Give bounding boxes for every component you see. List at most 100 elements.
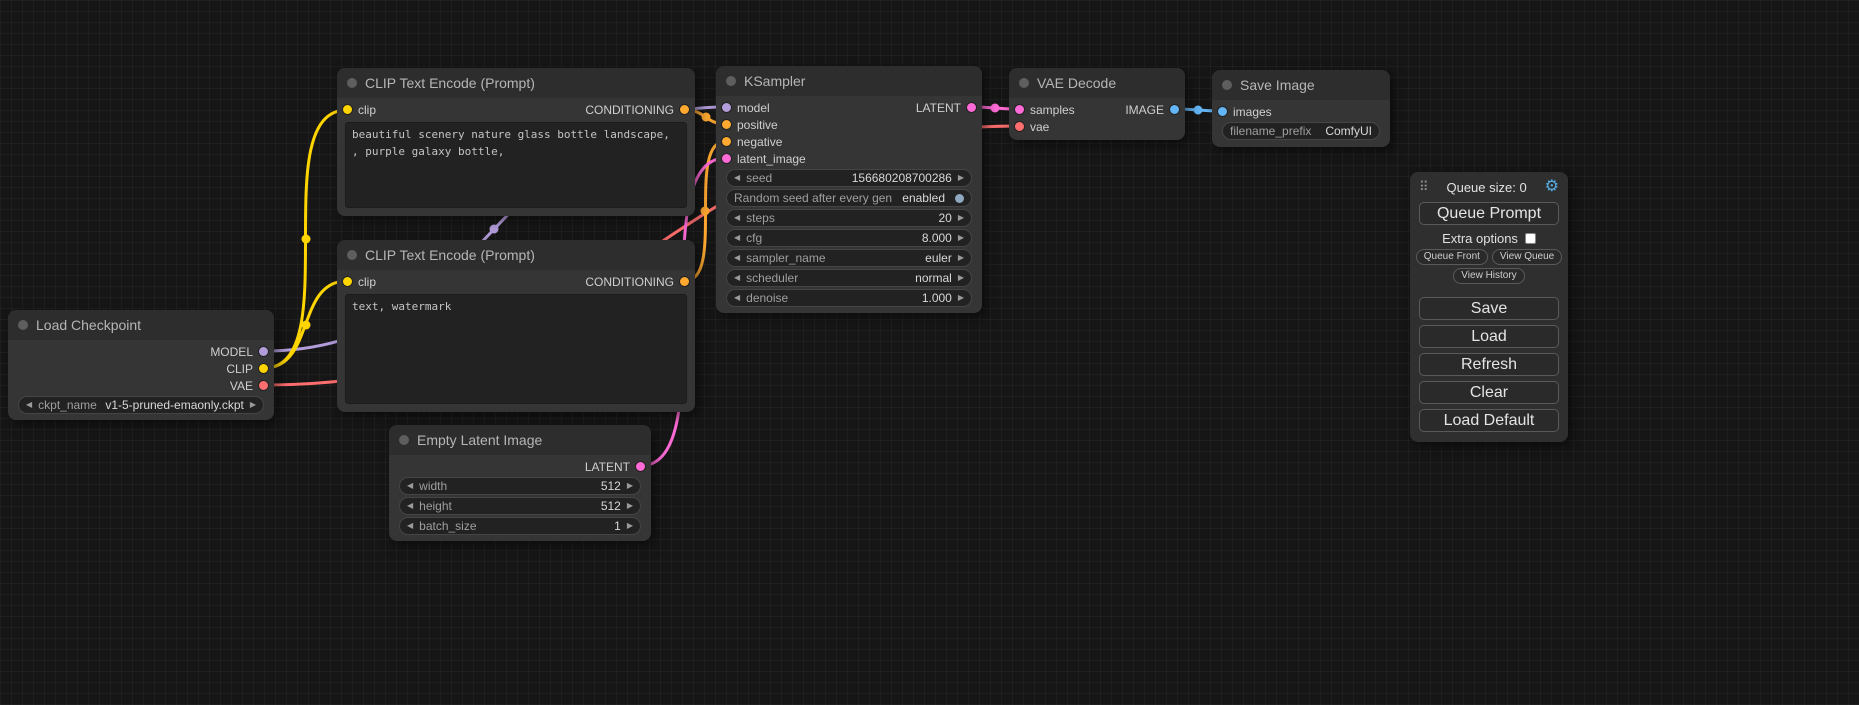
input-dot-samples[interactable] [1015, 105, 1024, 114]
node-title-bar[interactable]: CLIP Text Encode (Prompt) [337, 68, 695, 98]
input-dot-negative[interactable] [722, 137, 731, 146]
node-title-bar[interactable]: Empty Latent Image [389, 425, 651, 455]
widget-label: Random seed after every gen [734, 191, 892, 205]
widget-filename-prefix[interactable]: filename_prefix ComfyUI [1222, 122, 1380, 140]
widget-width[interactable]: ◀ width 512 ▶ [399, 477, 641, 495]
node-collapse-dot-icon[interactable] [726, 76, 736, 86]
output-dot-image[interactable] [1170, 105, 1179, 114]
output-slot-clip: CLIP [226, 362, 268, 376]
node-title-bar[interactable]: Save Image [1212, 70, 1390, 100]
load-button[interactable]: Load [1419, 325, 1559, 348]
decrement-arrow-icon[interactable]: ◀ [734, 289, 740, 307]
save-button[interactable]: Save [1419, 297, 1559, 320]
node-collapse-dot-icon[interactable] [18, 320, 28, 330]
widget-scheduler[interactable]: ◀ scheduler normal ▶ [726, 269, 972, 287]
increment-arrow-icon[interactable]: ▶ [627, 477, 633, 495]
widget-value: 8.000 [922, 231, 952, 245]
load-default-button[interactable]: Load Default [1419, 409, 1559, 432]
decrement-arrow-icon[interactable]: ◀ [26, 396, 32, 414]
input-dot-clip[interactable] [343, 277, 352, 286]
output-dot-clip[interactable] [259, 364, 268, 373]
extra-options-checkbox[interactable] [1525, 233, 1536, 244]
node-title: VAE Decode [1037, 75, 1116, 91]
input-dot-clip[interactable] [343, 105, 352, 114]
increment-arrow-icon[interactable]: ▶ [958, 169, 964, 187]
input-dot-vae[interactable] [1015, 122, 1024, 131]
widget-seed[interactable]: ◀ seed 156680208700286 ▶ [726, 169, 972, 187]
widget-random-seed-toggle[interactable]: Random seed after every gen enabled [726, 189, 972, 207]
view-queue-button[interactable]: View Queue [1492, 249, 1562, 265]
increment-arrow-icon[interactable]: ▶ [958, 289, 964, 307]
node-clip-text-encode-positive[interactable]: CLIP Text Encode (Prompt) clip CONDITION… [337, 68, 695, 216]
toggle-dot-icon[interactable] [955, 194, 964, 203]
settings-gear-icon[interactable]: ⚙ [1545, 180, 1559, 194]
node-title-bar[interactable]: VAE Decode [1009, 68, 1185, 98]
decrement-arrow-icon[interactable]: ◀ [734, 269, 740, 287]
refresh-button[interactable]: Refresh [1419, 353, 1559, 376]
widget-denoise[interactable]: ◀ denoise 1.000 ▶ [726, 289, 972, 307]
queue-prompt-button[interactable]: Queue Prompt [1419, 202, 1559, 225]
widget-label: cfg [746, 231, 762, 245]
decrement-arrow-icon[interactable]: ◀ [734, 249, 740, 267]
prompt-textarea[interactable]: text, watermark [345, 294, 687, 404]
node-load-checkpoint[interactable]: Load Checkpoint MODEL CLIP VAE ◀ ckpt_na… [8, 310, 274, 420]
node-title-bar[interactable]: CLIP Text Encode (Prompt) [337, 240, 695, 270]
output-dot-vae[interactable] [259, 381, 268, 390]
widget-cfg[interactable]: ◀ cfg 8.000 ▶ [726, 229, 972, 247]
decrement-arrow-icon[interactable]: ◀ [734, 209, 740, 227]
increment-arrow-icon[interactable]: ▶ [958, 249, 964, 267]
decrement-arrow-icon[interactable]: ◀ [734, 229, 740, 247]
node-collapse-dot-icon[interactable] [347, 250, 357, 260]
node-collapse-dot-icon[interactable] [399, 435, 409, 445]
widget-ckpt-name[interactable]: ◀ ckpt_name v1-5-pruned-emaonly.ckpt ▶ [18, 396, 264, 414]
increment-arrow-icon[interactable]: ▶ [958, 269, 964, 287]
output-dot-conditioning[interactable] [680, 105, 689, 114]
drag-handle-icon[interactable]: ⠿ [1419, 179, 1429, 195]
decrement-arrow-icon[interactable]: ◀ [407, 477, 413, 495]
widget-value: 512 [601, 499, 621, 513]
wire-clip-negative-midpoint-dot [302, 321, 311, 330]
output-slot-model: MODEL [210, 345, 268, 359]
increment-arrow-icon[interactable]: ▶ [627, 517, 633, 535]
node-collapse-dot-icon[interactable] [1222, 80, 1232, 90]
output-dot-latent[interactable] [636, 462, 645, 471]
input-dot-latent-image[interactable] [722, 154, 731, 163]
node-collapse-dot-icon[interactable] [1019, 78, 1029, 88]
input-dot-positive[interactable] [722, 120, 731, 129]
increment-arrow-icon[interactable]: ▶ [958, 229, 964, 247]
widget-height[interactable]: ◀ height 512 ▶ [399, 497, 641, 515]
input-slot-samples: samples [1015, 103, 1075, 117]
input-label-positive: positive [737, 118, 778, 132]
widget-batch-size[interactable]: ◀ batch_size 1 ▶ [399, 517, 641, 535]
decrement-arrow-icon[interactable]: ◀ [407, 517, 413, 535]
output-slot-latent: LATENT [585, 460, 645, 474]
view-history-button[interactable]: View History [1453, 268, 1524, 284]
node-vae-decode[interactable]: VAE Decode samples IMAGE vae [1009, 68, 1185, 140]
decrement-arrow-icon[interactable]: ◀ [407, 497, 413, 515]
prompt-textarea[interactable]: beautiful scenery nature glass bottle la… [345, 122, 687, 208]
output-dot-latent[interactable] [967, 103, 976, 112]
output-dot-model[interactable] [259, 347, 268, 356]
node-empty-latent-image[interactable]: Empty Latent Image LATENT ◀ width 512 ▶ … [389, 425, 651, 541]
node-ksampler[interactable]: KSampler model LATENT positive negative [716, 66, 982, 313]
clear-button[interactable]: Clear [1419, 381, 1559, 404]
widget-label: scheduler [746, 271, 798, 285]
output-dot-conditioning[interactable] [680, 277, 689, 286]
node-clip-text-encode-negative[interactable]: CLIP Text Encode (Prompt) clip CONDITION… [337, 240, 695, 412]
wire-model-midpoint-dot [490, 225, 499, 234]
increment-arrow-icon[interactable]: ▶ [250, 396, 256, 414]
input-dot-images[interactable] [1218, 107, 1227, 116]
widget-value: 1 [614, 519, 621, 533]
queue-front-button[interactable]: Queue Front [1416, 249, 1488, 265]
menu-header: ⠿ Queue size: 0 ⚙ [1410, 172, 1568, 197]
widget-sampler-name[interactable]: ◀ sampler_name euler ▶ [726, 249, 972, 267]
node-save-image[interactable]: Save Image images filename_prefix ComfyU… [1212, 70, 1390, 147]
increment-arrow-icon[interactable]: ▶ [958, 209, 964, 227]
decrement-arrow-icon[interactable]: ◀ [734, 169, 740, 187]
widget-steps[interactable]: ◀ steps 20 ▶ [726, 209, 972, 227]
increment-arrow-icon[interactable]: ▶ [627, 497, 633, 515]
input-dot-model[interactable] [722, 103, 731, 112]
node-collapse-dot-icon[interactable] [347, 78, 357, 88]
node-title-bar[interactable]: KSampler [716, 66, 982, 96]
node-title-bar[interactable]: Load Checkpoint [8, 310, 274, 340]
